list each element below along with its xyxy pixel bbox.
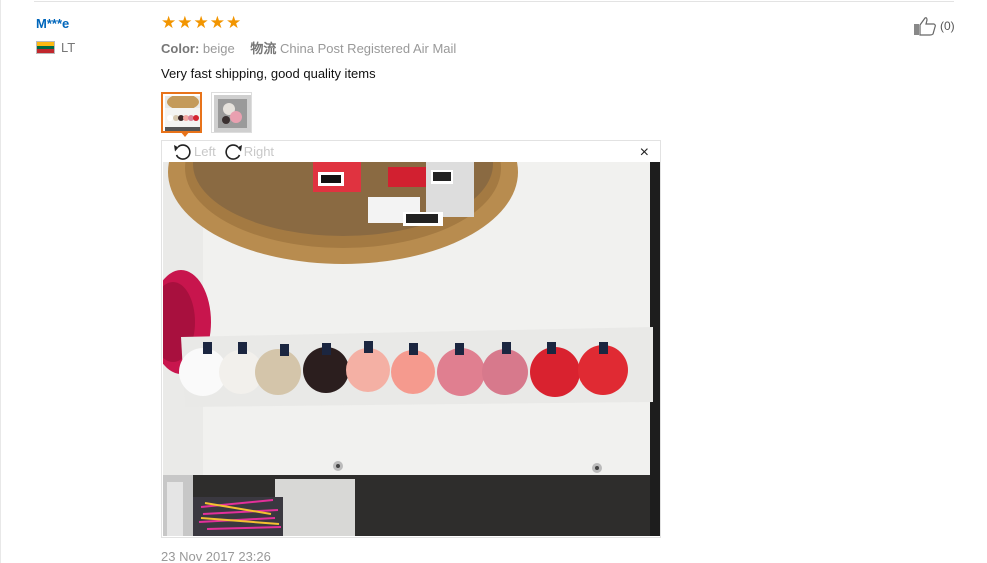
rotate-left-label: Left xyxy=(194,144,216,159)
review-content: ★ ★ ★ ★ ★ Color: beige 物流 China Post Registe… xyxy=(161,14,861,133)
page-left-border xyxy=(0,0,1,563)
shipping-label: 物流 xyxy=(250,41,277,56)
viewer-toolbar: Left Right × xyxy=(162,141,660,162)
review-meta: Color: beige 物流 China Post Registered Ai… xyxy=(161,38,861,57)
helpful-count: (0) xyxy=(940,19,955,33)
review-divider xyxy=(34,1,954,2)
rotate-right-button[interactable]: Right xyxy=(222,142,274,162)
color-value: beige xyxy=(202,41,235,56)
thumbnail-image-1 xyxy=(165,96,200,131)
review-thumbnail-2[interactable] xyxy=(211,92,252,133)
thumbs-up-icon xyxy=(914,17,936,36)
flag-lt-icon xyxy=(36,41,55,54)
thumbnail-image-2 xyxy=(214,95,251,132)
country-code: LT xyxy=(61,40,76,55)
rotate-right-label: Right xyxy=(243,144,275,159)
star-icon: ★ xyxy=(193,13,209,32)
star-icon: ★ xyxy=(177,13,193,32)
image-viewer: Left Right × xyxy=(161,140,661,538)
product-photo xyxy=(163,162,660,536)
review-photo xyxy=(163,162,660,536)
active-thumbnail-pointer xyxy=(180,131,190,137)
rotate-left-icon xyxy=(174,143,191,160)
review-thumbnails xyxy=(161,92,861,133)
helpful-button[interactable]: (0) xyxy=(913,16,955,36)
star-icon: ★ xyxy=(161,13,177,32)
star-rating: ★ ★ ★ ★ ★ xyxy=(161,14,861,32)
rotate-left-button[interactable]: Left xyxy=(172,142,216,162)
feedback-text: Very fast shipping, good quality items xyxy=(161,66,376,81)
rotate-right-icon xyxy=(225,143,242,160)
reviewer-name[interactable]: M***e xyxy=(36,16,75,31)
star-icon: ★ xyxy=(226,13,242,32)
star-icon: ★ xyxy=(209,13,225,32)
review-thumbnail-1[interactable] xyxy=(161,92,202,133)
reviewer-info: M***e LT xyxy=(36,16,75,55)
color-label: Color: xyxy=(161,41,200,56)
shipping-value: China Post Registered Air Mail xyxy=(279,41,457,56)
reviewer-country: LT xyxy=(36,40,75,55)
review-date: 23 Nov 2017 23:26 xyxy=(161,549,271,563)
close-icon[interactable]: × xyxy=(640,144,649,162)
